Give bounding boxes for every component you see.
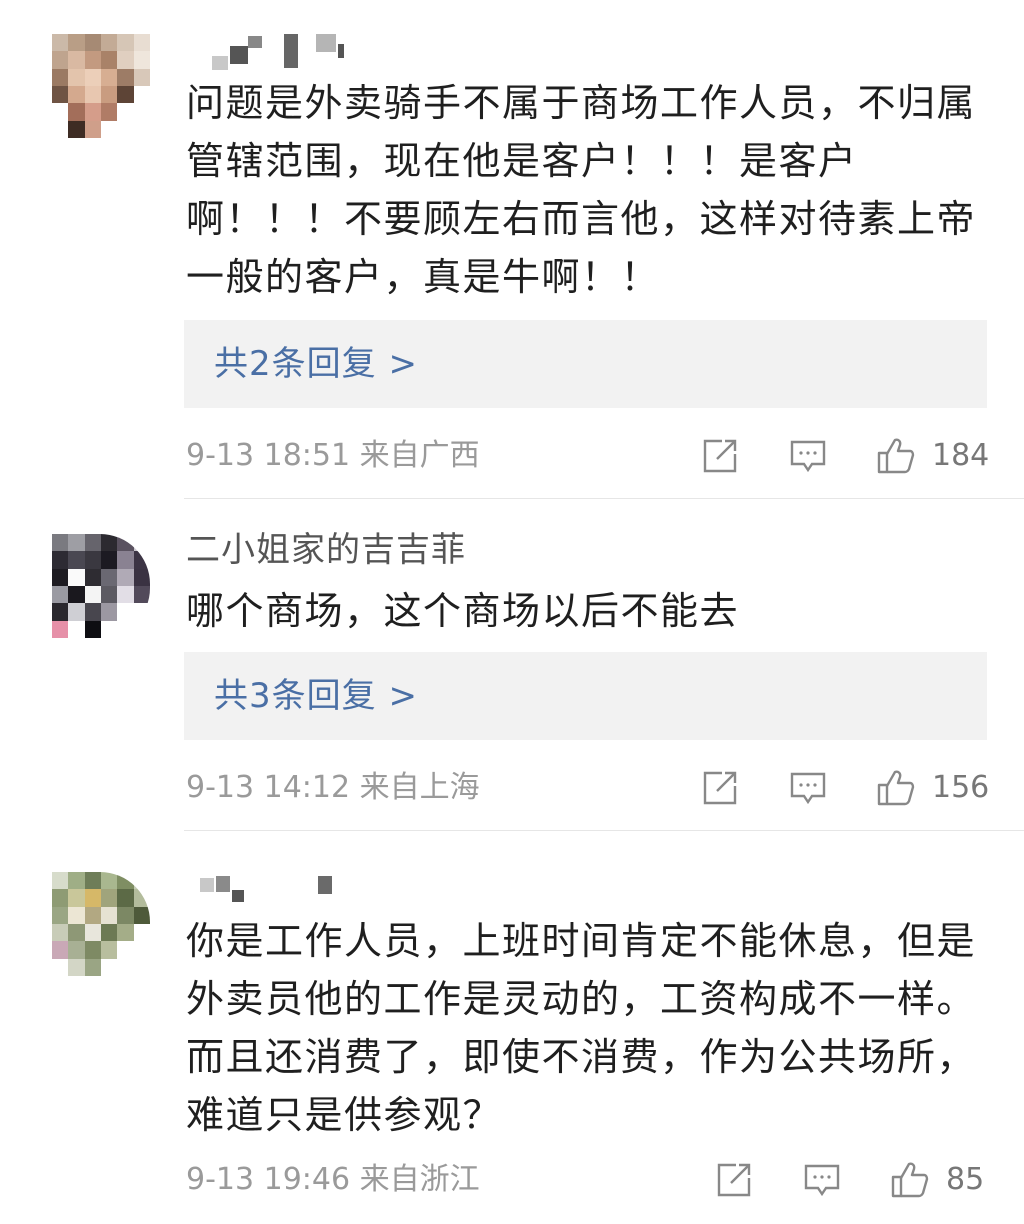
avatar[interactable] [52, 872, 150, 976]
comment-icon[interactable] [802, 1160, 842, 1200]
share-icon[interactable] [714, 1160, 754, 1200]
comment-item: 你是工作人员，上班时间肯定不能休息，但是 外卖员他的工作是灵动的，工资构成不一样… [0, 0, 1024, 1224]
comment-meta: 9-13 19:46 来自浙江 85 [186, 1158, 1006, 1202]
comment-text: 你是工作人员，上班时间肯定不能休息，但是 外卖员他的工作是灵动的，工资构成不一样… [186, 919, 977, 1137]
username-redacted[interactable] [200, 868, 370, 908]
timestamp-location: 9-13 19:46 来自浙江 [186, 1162, 480, 1197]
like-count: 85 [946, 1162, 985, 1197]
thumbs-up-icon[interactable] [890, 1160, 930, 1200]
